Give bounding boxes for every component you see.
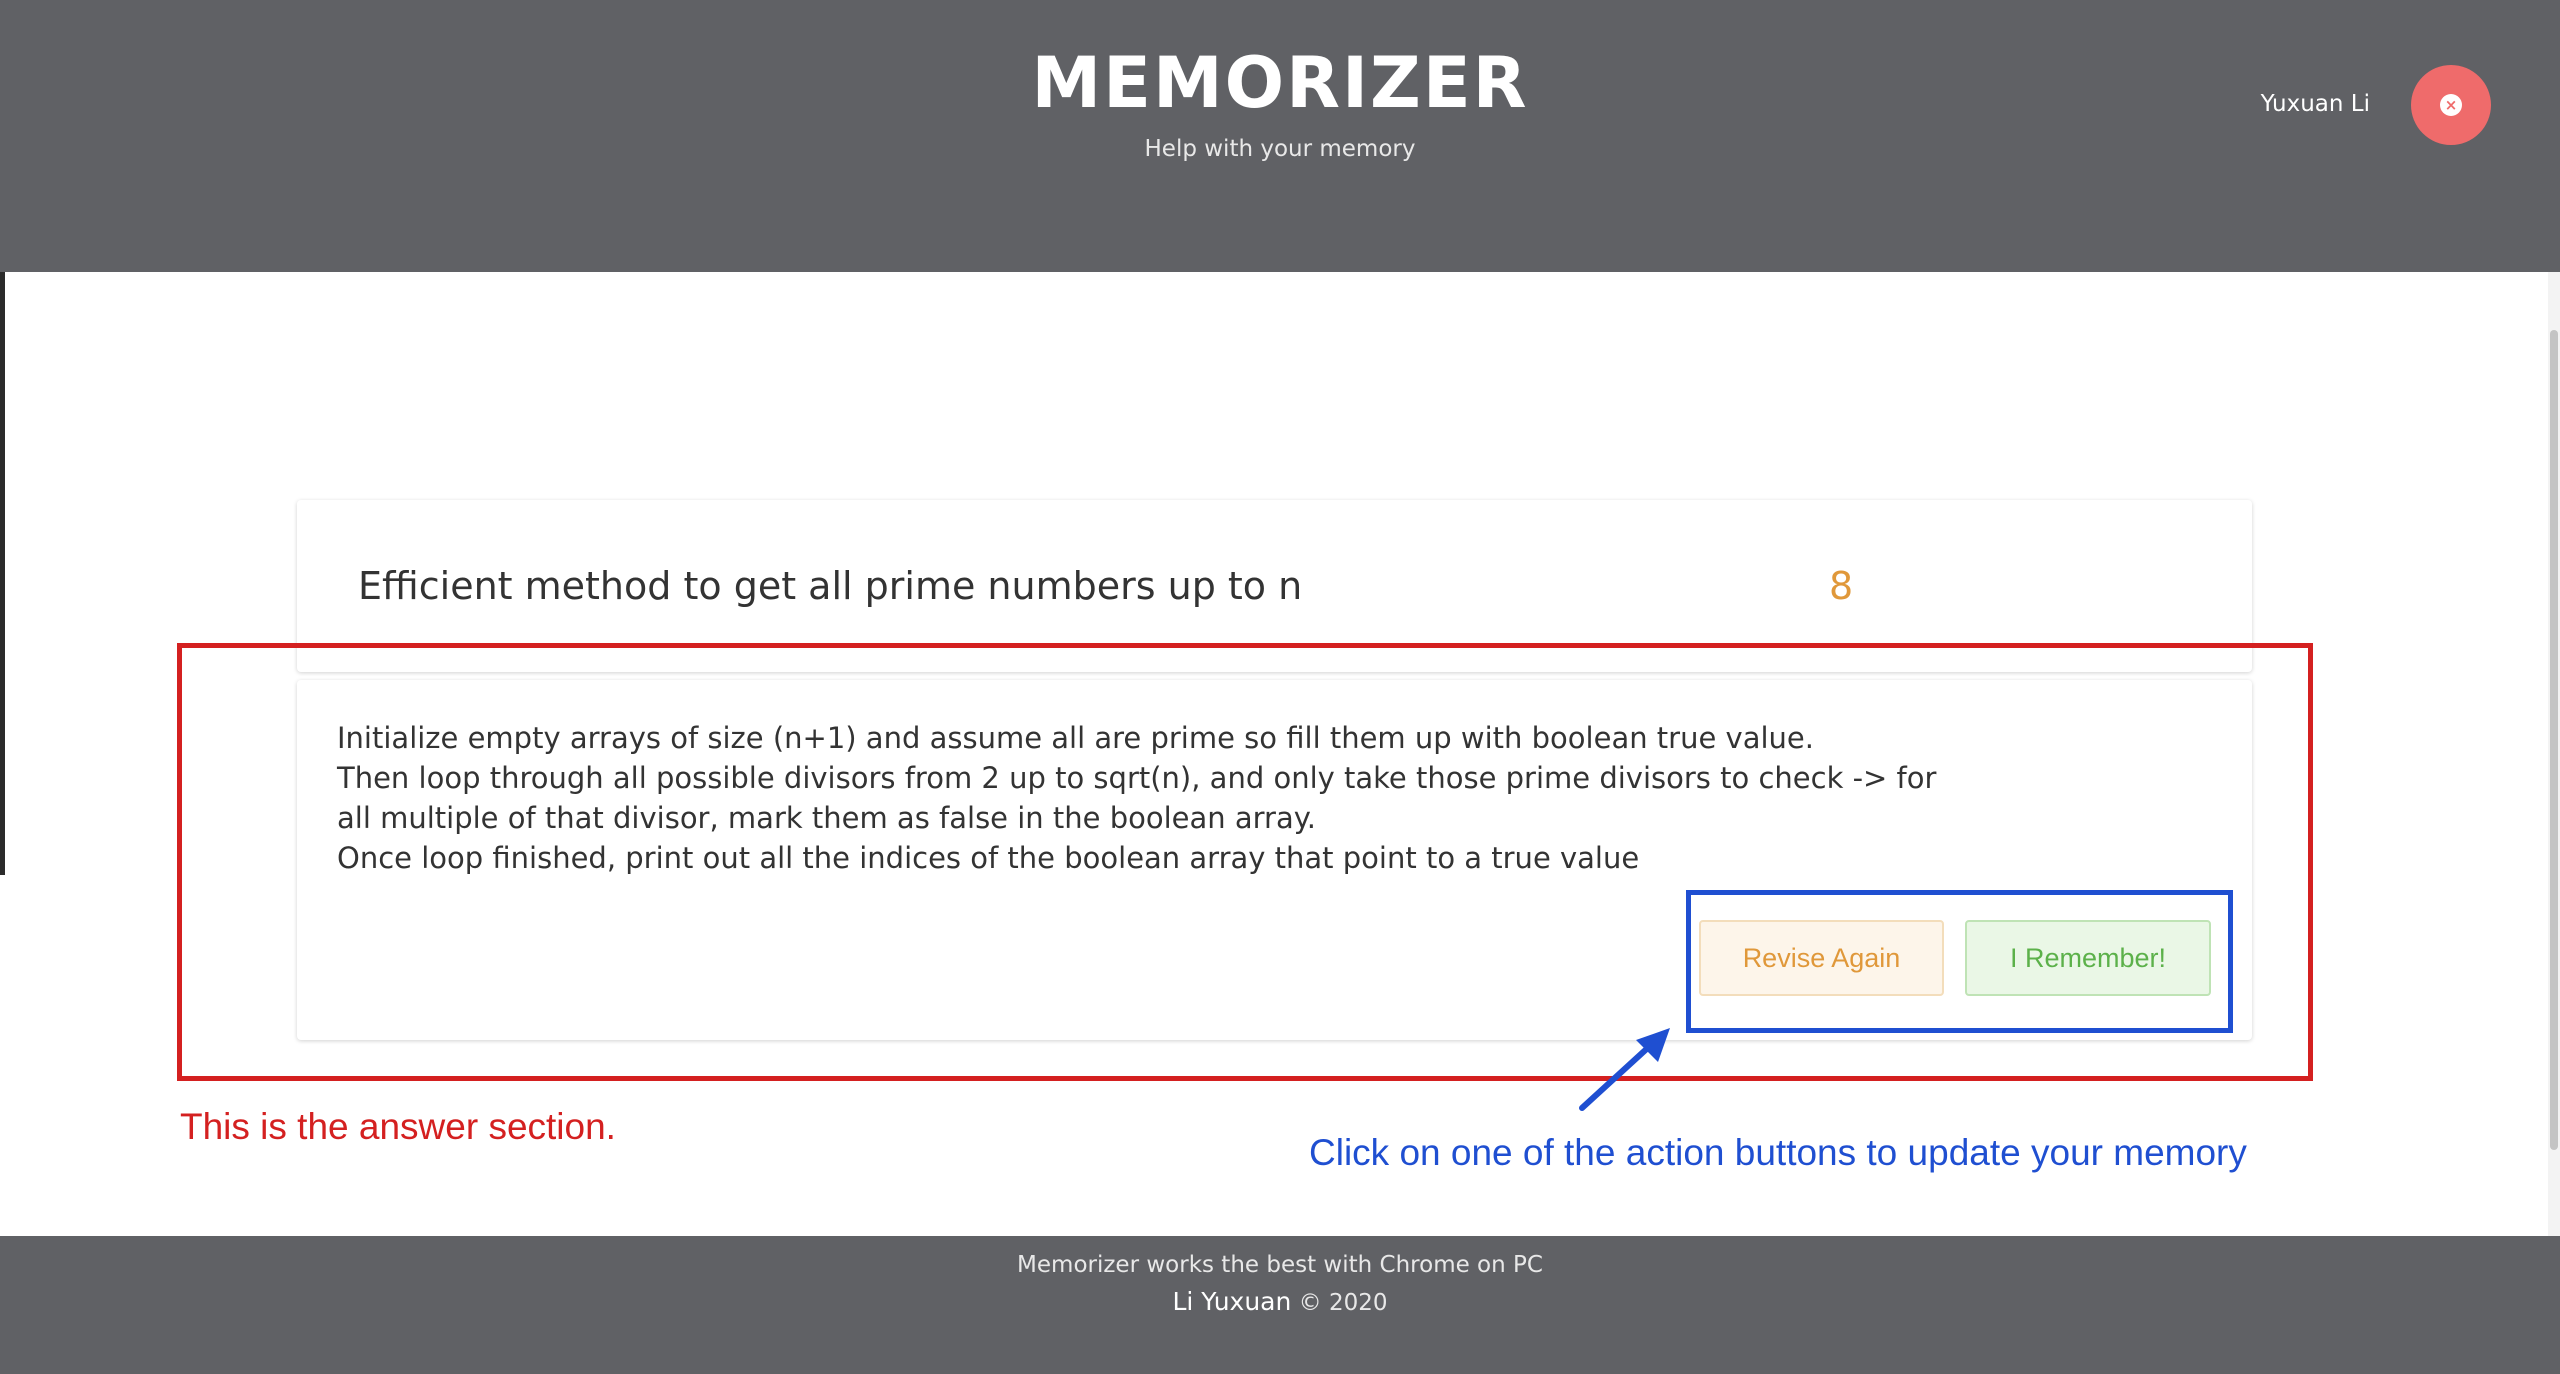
answer-section-note: This is the answer section.: [180, 1106, 616, 1147]
app-title: MEMORIZER: [1031, 42, 1529, 124]
question-text: Efficient method to get all prime number…: [358, 564, 1303, 608]
app-footer: Memorizer works the best with Chrome on …: [0, 1236, 2560, 1374]
browser-recommendation: Memorizer works the best with Chrome on …: [1017, 1252, 1543, 1278]
scrollbar-thumb[interactable]: [2550, 330, 2558, 1150]
action-buttons-note: Click on one of the action buttons to up…: [1309, 1132, 2247, 1173]
author-name: Li Yuxuan: [1172, 1287, 1292, 1316]
logout-button[interactable]: ×: [2411, 65, 2491, 145]
user-name: Yuxuan Li: [2260, 91, 2370, 117]
copyright-text: © 2020: [1298, 1290, 1388, 1316]
app-header: MEMORIZER Help with your memory Yuxuan L…: [0, 0, 2560, 272]
action-buttons-highlight: [1686, 890, 2233, 1033]
close-circle-icon: ×: [2440, 94, 2462, 116]
copyright-line: Li Yuxuan © 2020: [0, 1287, 2560, 1316]
review-count: 8: [1829, 564, 1854, 608]
annotation-arrow-icon: [1579, 1028, 1670, 1111]
app-subtitle: Help with your memory: [1144, 136, 1416, 162]
